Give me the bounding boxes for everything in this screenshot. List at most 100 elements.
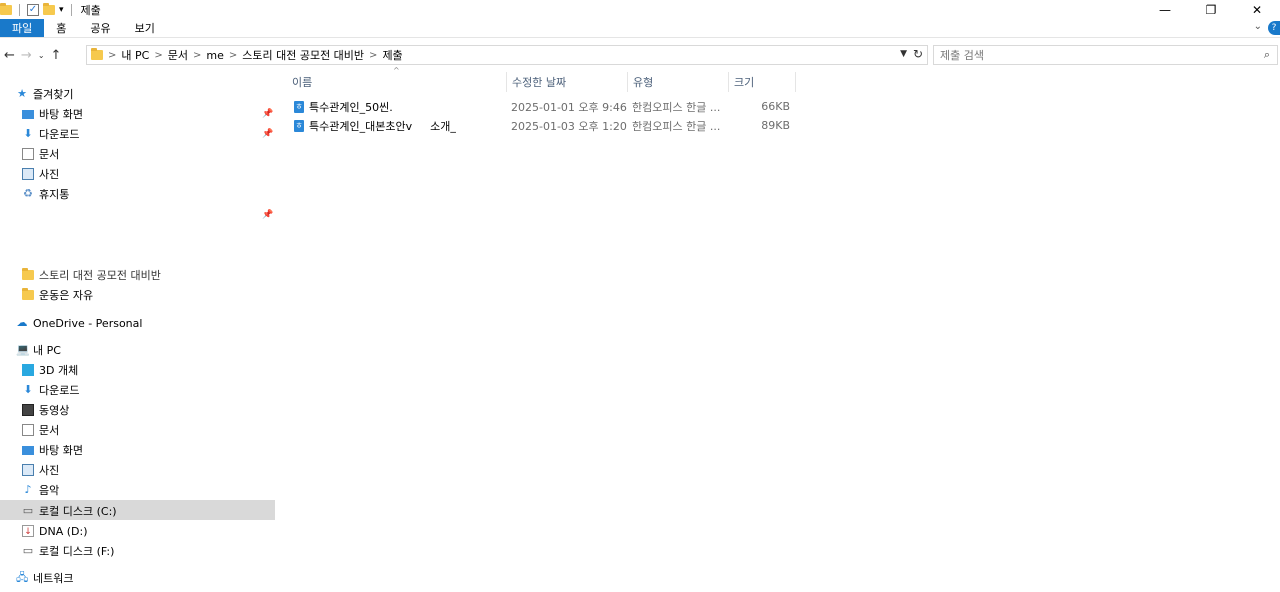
column-divider[interactable] — [728, 72, 729, 92]
breadcrumb-submit[interactable]: 제출 — [382, 47, 402, 63]
sidebar-item-label: 다운로드 — [39, 128, 80, 141]
column-header-size[interactable]: 크기 — [734, 72, 794, 92]
sidebar-item-label: 문서 — [39, 424, 60, 437]
download-icon: ⬇ — [23, 383, 33, 396]
sidebar-item-documents[interactable]: 문서 — [22, 420, 59, 440]
breadcrumb-separator[interactable]: > — [369, 50, 377, 61]
new-folder-icon[interactable] — [43, 2, 55, 15]
address-bar[interactable]: > 내 PC > 문서 > me > 스토리 대전 공모전 대비반 > 제출 ▼… — [86, 45, 928, 65]
file-row[interactable]: ㅎ 특수관계인_50씬. 2025-01-01 오후 9:46 한컴오피스 한글… — [292, 97, 796, 116]
breadcrumb-separator[interactable]: > — [229, 50, 237, 61]
nav-buttons: ← → ⌄ ↑ — [4, 44, 61, 66]
customize-qa-icon[interactable]: ▾ — [59, 5, 64, 15]
forward-arrow-icon[interactable]: → — [21, 48, 32, 63]
breadcrumb-me[interactable]: me — [206, 49, 223, 62]
sidebar-item-recycle-bin[interactable]: ♻ 휴지통 — [22, 184, 69, 204]
close-icon[interactable]: ✕ — [1234, 0, 1280, 19]
column-header-modified[interactable]: 수정한 날짜 — [512, 72, 627, 92]
properties-check-icon[interactable]: ✓ — [27, 3, 39, 16]
back-arrow-icon[interactable]: ← — [4, 48, 15, 63]
search-placeholder: 제출 검색 — [940, 49, 984, 62]
sidebar-item-recent-folder[interactable]: 스토리 대전 공모전 대비반 — [22, 265, 161, 285]
pictures-icon — [22, 464, 34, 476]
quick-access-toolbar: ✓ ▾ — [0, 2, 75, 16]
sidebar-item-3d-objects[interactable]: 3D 개체 — [22, 360, 78, 380]
file-name: 특수관계인_대본초안v — [309, 119, 413, 133]
sidebar-item-downloads[interactable]: ⬇ 다운로드 — [22, 380, 79, 400]
column-divider[interactable] — [795, 72, 796, 92]
column-divider[interactable] — [506, 72, 507, 92]
sidebar-onedrive[interactable]: ☁ OneDrive - Personal — [16, 313, 143, 333]
usb-drive-icon: ↓ — [22, 525, 34, 537]
pin-icon[interactable]: 📌 — [262, 210, 273, 220]
search-input[interactable]: 제출 검색 ⌕ — [933, 45, 1278, 65]
recycle-bin-icon: ♻ — [23, 187, 33, 200]
sidebar-item-drive-d[interactable]: ↓ DNA (D:) — [22, 521, 87, 541]
folder-icon — [0, 2, 12, 15]
breadcrumb-separator[interactable]: > — [193, 50, 201, 61]
breadcrumb-documents[interactable]: 문서 — [168, 47, 188, 63]
tab-view[interactable]: 보기 — [123, 19, 167, 37]
sidebar-item-desktop[interactable]: 바탕 화면 — [22, 440, 83, 460]
expand-ribbon-icon[interactable]: ⌄ — [1254, 21, 1262, 32]
column-header-type[interactable]: 유형 — [633, 72, 728, 92]
sidebar-item-desktop[interactable]: 바탕 화면 — [22, 104, 83, 124]
sidebar-item-pictures[interactable]: 사진 — [22, 164, 59, 184]
tab-share[interactable]: 공유 — [78, 19, 122, 37]
folder-icon — [22, 288, 34, 300]
sidebar-item-label: 즐겨찾기 — [33, 88, 74, 101]
window-controls: — ❐ ✕ — [1142, 0, 1280, 19]
file-row[interactable]: ㅎ 특수관계인_대본초안v 소개_ 2025-01-03 오후 1:20 한컴오… — [292, 116, 796, 135]
recent-locations-icon[interactable]: ⌄ — [38, 51, 45, 60]
breadcrumb-separator[interactable]: > — [108, 50, 116, 61]
sidebar-item-music[interactable]: ♪ 음악 — [22, 480, 59, 500]
pin-icon[interactable]: 📌 — [262, 129, 273, 139]
sidebar-item-label: 다운로드 — [39, 384, 80, 397]
breadcrumb-this-pc[interactable]: 내 PC — [121, 47, 149, 63]
refresh-icon[interactable]: ↻ — [913, 47, 923, 61]
sidebar-item-videos[interactable]: 동영상 — [22, 400, 69, 420]
pin-icon[interactable]: 📌 — [262, 109, 273, 119]
up-arrow-icon[interactable]: ↑ — [51, 48, 62, 63]
sidebar-item-label: 네트워크 — [33, 572, 74, 585]
sidebar-item-label: 내 PC — [33, 344, 61, 357]
sidebar-item-recent-folder[interactable]: 운동은 자유 — [22, 285, 93, 305]
sidebar-item-label: 문서 — [39, 148, 60, 161]
tab-home[interactable]: 홈 — [44, 19, 78, 37]
sidebar-item-drive-f[interactable]: ▭ 로컬 디스크 (F:) — [22, 541, 115, 561]
sidebar-item-label: 3D 개체 — [39, 364, 79, 377]
file-name-cell: ㅎ 특수관계인_50씬. — [294, 97, 504, 116]
sidebar-item-downloads[interactable]: ⬇ 다운로드 — [22, 124, 79, 144]
breadcrumb-story-contest[interactable]: 스토리 대전 공모전 대비반 — [242, 47, 364, 63]
tab-file[interactable]: 파일 — [0, 19, 45, 37]
network-icon: 🖧 — [16, 571, 29, 584]
sidebar-item-label: 로컬 디스크 (F:) — [39, 545, 115, 558]
divider — [19, 3, 20, 16]
cloud-icon: ☁ — [16, 316, 28, 329]
download-icon: ⬇ — [23, 127, 33, 140]
sidebar-item-label: 사진 — [39, 168, 60, 181]
sidebar-item-documents[interactable]: 문서 — [22, 144, 59, 164]
restore-icon[interactable]: ❐ — [1188, 0, 1234, 19]
sidebar-item-drive-c[interactable]: ▭ 로컬 디스크 (C:) — [22, 501, 117, 521]
minimize-icon[interactable]: — — [1142, 0, 1188, 19]
drive-icon: ▭ — [22, 504, 34, 517]
sidebar-this-pc[interactable]: 💻 내 PC — [16, 340, 61, 360]
document-icon — [22, 148, 34, 160]
file-size: 89KB — [761, 119, 790, 132]
help-icon[interactable]: ? — [1268, 21, 1280, 35]
document-icon — [22, 424, 34, 436]
sidebar-item-pictures[interactable]: 사진 — [22, 460, 59, 480]
sidebar-item-label: 동영상 — [39, 404, 70, 417]
column-header-name[interactable]: 이름 — [292, 72, 506, 92]
sidebar-network[interactable]: 🖧 네트워크 — [16, 568, 73, 588]
sidebar-item-label: 운동은 자유 — [39, 289, 94, 302]
desktop-icon — [22, 109, 34, 119]
file-type: 한컴오피스 한글 ... — [632, 119, 721, 133]
breadcrumb-separator[interactable]: > — [154, 50, 162, 61]
column-divider[interactable] — [627, 72, 628, 92]
address-dropdown-icon[interactable]: ▼ — [900, 49, 907, 59]
desktop-icon — [22, 445, 34, 455]
sidebar-quick-access[interactable]: ★ 즐겨찾기 — [16, 84, 73, 104]
film-icon — [22, 404, 34, 416]
